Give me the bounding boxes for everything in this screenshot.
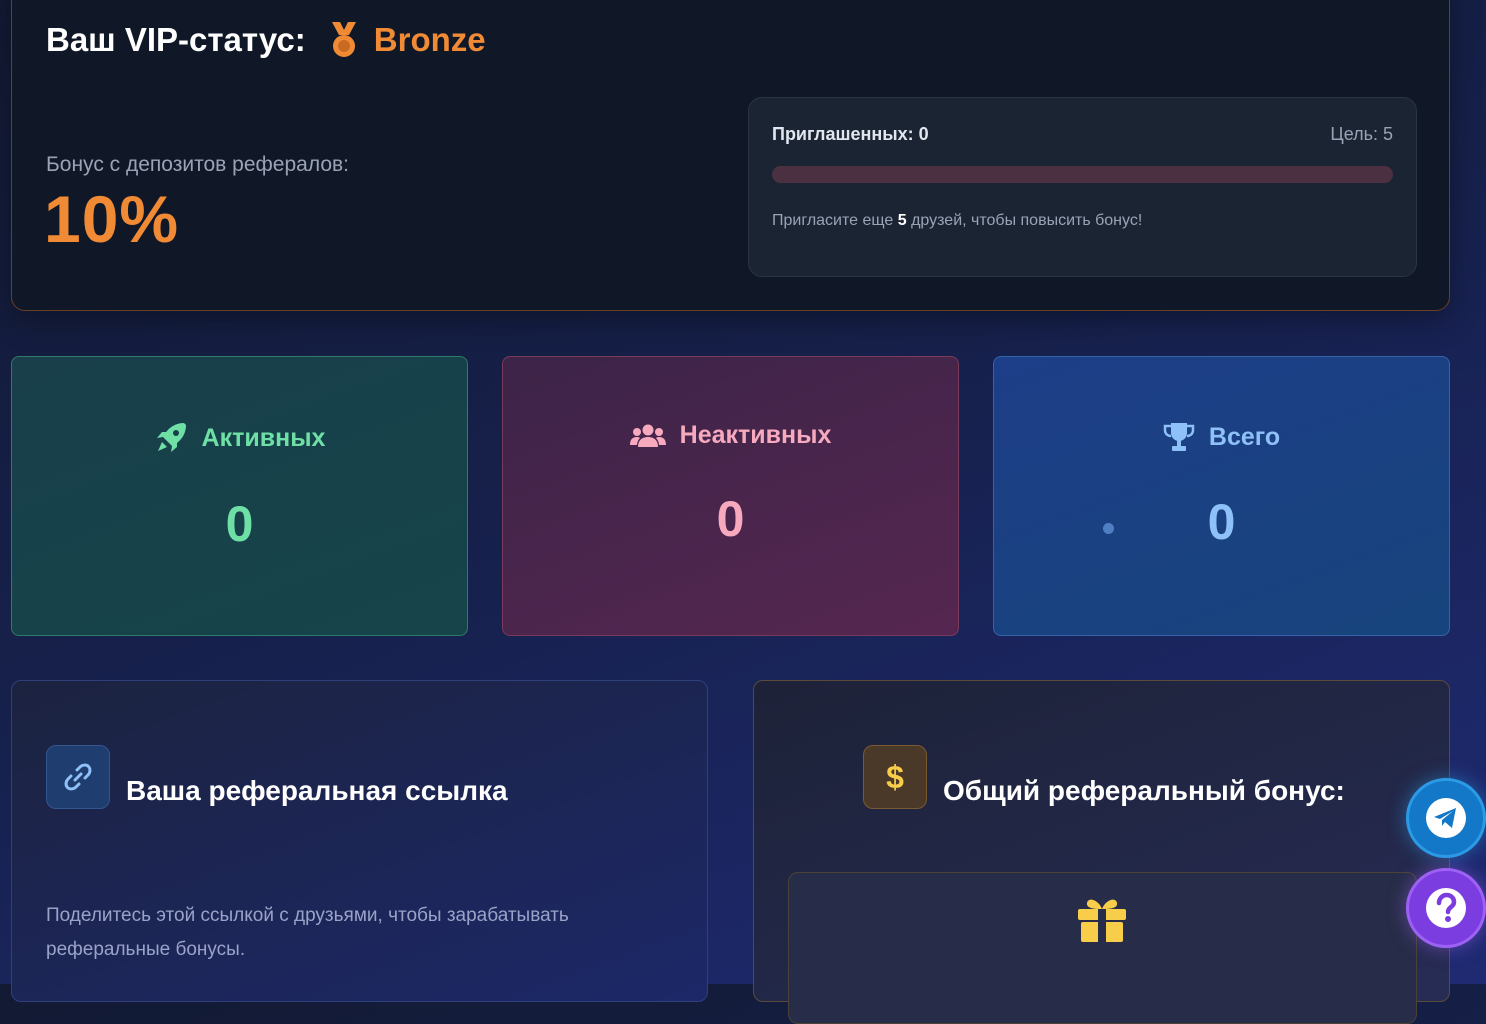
help-button[interactable] bbox=[1406, 868, 1486, 948]
hint-suffix: друзей, чтобы повысить бонус! bbox=[911, 212, 1143, 229]
referral-link-card: Ваша реферальная ссылка Поделитесь этой … bbox=[11, 680, 708, 1002]
stat-total-header: Всего bbox=[1163, 421, 1280, 453]
goal-count: Цель: 5 bbox=[1330, 124, 1393, 144]
rocket-icon bbox=[156, 423, 186, 452]
referral-bonus-box bbox=[788, 872, 1417, 1024]
telegram-icon bbox=[1426, 798, 1466, 838]
vip-heading: Ваш VIP-статус: Bronze bbox=[46, 21, 486, 59]
dollar-icon: $ bbox=[863, 745, 927, 809]
stat-active-value: 0 bbox=[225, 496, 254, 552]
stat-active-header: Активных bbox=[154, 421, 326, 455]
hint-prefix: Пригласите еще bbox=[772, 212, 894, 229]
telegram-button[interactable] bbox=[1406, 778, 1486, 858]
stat-inactive-header: Неактивных bbox=[629, 421, 832, 450]
referral-bonus-card: $ Общий реферальный бонус: bbox=[753, 680, 1450, 1024]
stat-card-inactive: Неактивных 0 bbox=[502, 356, 959, 636]
trophy-icon bbox=[1163, 423, 1195, 451]
stat-active-label: Активных bbox=[201, 423, 326, 452]
stat-card-total: Всего 0 bbox=[993, 356, 1450, 636]
progress-hint: Пригласите еще 5 друзей, чтобы повысить … bbox=[772, 212, 1142, 230]
link-icon bbox=[46, 745, 110, 809]
invited-count: Приглашенных: 0 bbox=[772, 124, 929, 144]
progress-bar bbox=[772, 166, 1393, 183]
stat-card-active: Активных 0 bbox=[11, 356, 468, 636]
referral-link-description: Поделитесь этой ссылкой с друзьями, чтоб… bbox=[46, 905, 569, 960]
stat-total-label: Всего bbox=[1208, 422, 1281, 451]
gift-icon bbox=[1078, 899, 1126, 942]
help-icon bbox=[1426, 888, 1466, 928]
stat-inactive-value: 0 bbox=[716, 491, 745, 547]
vip-level: Bronze bbox=[373, 21, 486, 58]
stat-inactive-label: Неактивных bbox=[679, 421, 832, 449]
bonus-value: 10% bbox=[44, 182, 180, 256]
vip-title: Ваш VIP-статус: bbox=[46, 21, 306, 58]
vip-progress-box: Приглашенных: 0 Цель: 5 Пригласите еще 5… bbox=[748, 97, 1417, 277]
indicator-dot bbox=[1103, 523, 1114, 534]
bonus-label: Бонус с депозитов рефералов: bbox=[46, 153, 349, 176]
vip-status-card: Ваш VIP-статус: Bronze Бонус с депозитов… bbox=[11, 0, 1450, 311]
referral-link-title: Ваша реферальная ссылка bbox=[126, 775, 508, 806]
users-icon bbox=[629, 424, 666, 447]
stat-total-value: 0 bbox=[1207, 494, 1236, 550]
hint-count: 5 bbox=[897, 212, 907, 229]
medal-icon bbox=[328, 22, 360, 58]
referral-bonus-title: Общий реферальный бонус: bbox=[943, 775, 1345, 806]
